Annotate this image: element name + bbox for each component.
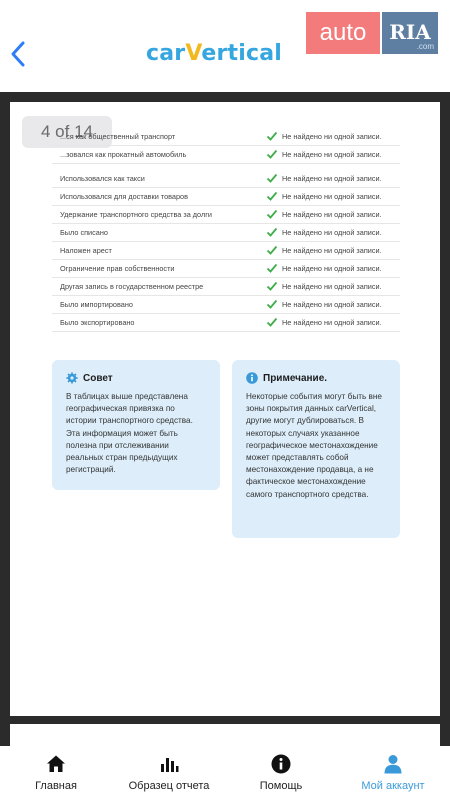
tab-help[interactable]: Помощь [226,754,336,792]
check-icon [266,131,278,141]
table-row: ...ся как общественный транспорт Не найд… [52,128,400,146]
check-icon [266,245,278,255]
table-row: Наложен арест Не найдено ни одной записи… [52,242,400,260]
info-icon [246,372,258,384]
tip-body: В таблицах выше представлена географичес… [66,392,193,475]
table-row: Ограничение прав собственности Не найден… [52,260,400,278]
tab-home[interactable]: Главная [1,754,111,792]
app-header: carVertical auto RIA .com [0,0,450,92]
note-title: Примечание. [263,372,328,384]
back-arrow-icon[interactable] [8,40,28,68]
check-icon [266,281,278,291]
report-viewer[interactable]: 4 of 14 ...ся как общественный транспорт… [0,92,450,754]
home-icon [47,755,65,772]
table-row: Было списано Не найдено ни одной записи. [52,224,400,242]
bar-chart-icon [161,758,179,772]
check-icon [266,209,278,219]
check-icon [266,173,278,183]
autoria-logo-auto: auto [306,12,380,54]
autoria-logo-ria: RIA .com [382,12,438,54]
tab-my-account[interactable]: Мой аккаунт [338,754,448,792]
table-row: Использовался как такси Не найдено ни од… [52,170,400,188]
user-icon [384,755,402,774]
check-icon [266,299,278,309]
check-icon [266,317,278,327]
table-row: ...зовался как прокатный автомобиль Не н… [52,146,400,164]
records-table: ...ся как общественный транспорт Не найд… [52,128,400,332]
table-row: Было экспортировано Не найдено ни одной … [52,314,400,332]
carvertical-logo: carVertical [146,41,283,66]
check-icon [266,227,278,237]
tab-sample-report[interactable]: Образец отчета [114,754,224,792]
check-icon [266,149,278,159]
info-icon [271,754,291,774]
tip-card: Совет В таблицах выше представлена геогр… [52,360,220,490]
table-row: Удержание транспортного средства за долг… [52,206,400,224]
table-row: Было импортировано Не найдено ни одной з… [52,296,400,314]
check-icon [266,191,278,201]
report-page: 4 of 14 ...ся как общественный транспорт… [10,102,440,716]
note-body: Некоторые события могут быть вне зоны по… [246,392,382,499]
gear-icon [66,372,78,384]
autoria-logo[interactable]: auto RIA .com [306,12,438,54]
tip-title: Совет [83,372,113,384]
table-row: Использовался для доставки товаров Не на… [52,188,400,206]
check-icon [266,263,278,273]
bottom-tab-bar: Главная Образец отчета Помощь Мой аккаун… [0,746,450,800]
note-card: Примечание. Некоторые события могут быть… [232,360,400,538]
table-row: Другая запись в государственном реестре … [52,278,400,296]
